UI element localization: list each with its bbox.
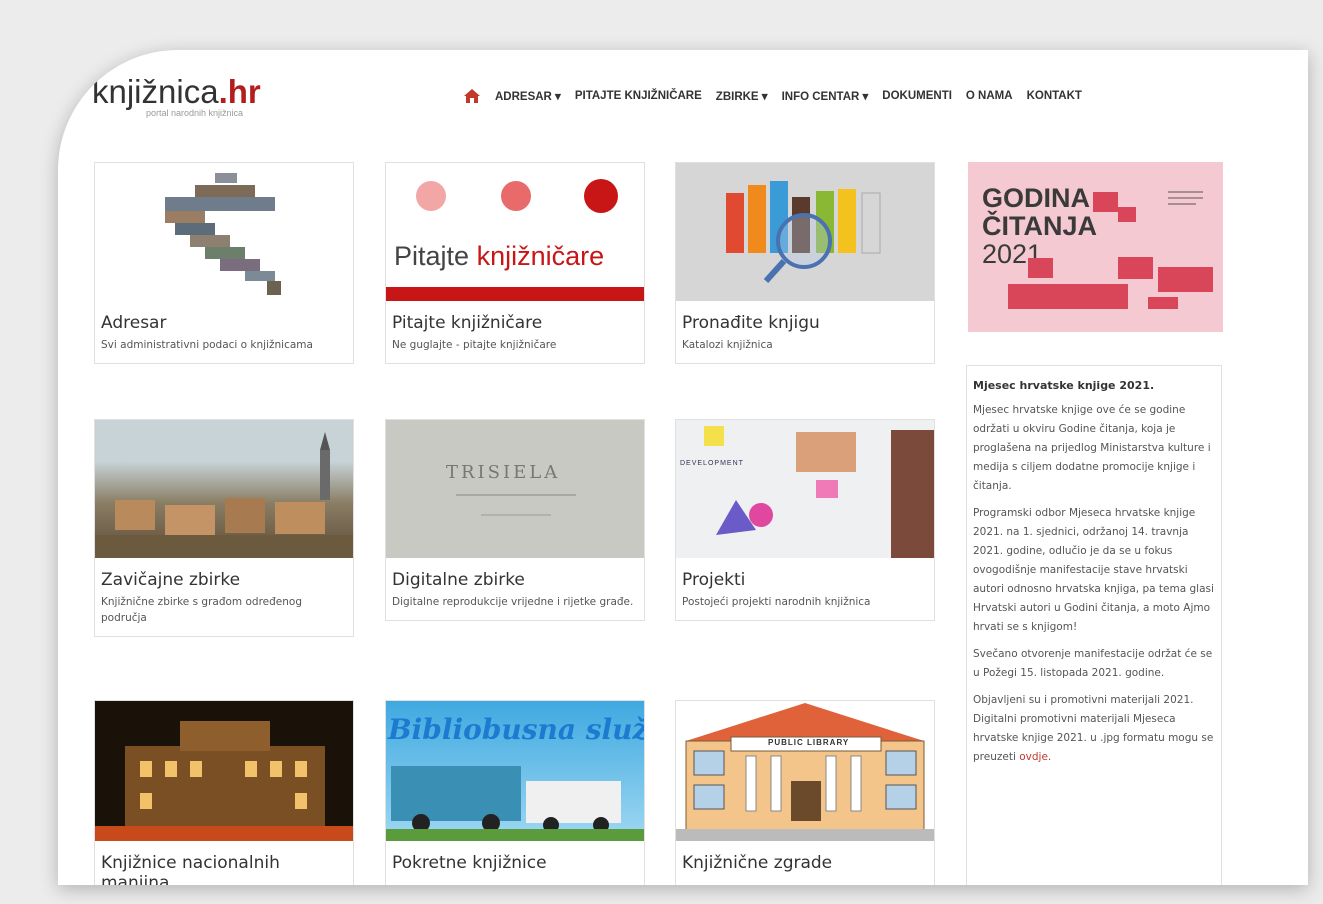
site-logo[interactable]: knjižnica.hr portal narodnih knjižnica xyxy=(92,73,261,119)
card-title: Zavičajne zbirke xyxy=(101,570,241,590)
card-adresar[interactable]: Adresar Svi administrativni podaci o knj… xyxy=(94,162,354,364)
sidebar-news: Mjesec hrvatske knjige 2021. Mjesec hrva… xyxy=(966,365,1222,885)
card-zavicajne-zbirke[interactable]: Zavičajne zbirke Knjižnične zbirke s gra… xyxy=(94,419,354,637)
news-heading: Mjesec hrvatske knjige 2021. xyxy=(973,379,1155,392)
nav-zbirke[interactable]: ZBIRKE ▾ xyxy=(716,89,768,103)
news-paragraph: Svečano otvorenje manifestacije održat ć… xyxy=(973,648,1213,679)
image-text: knjižničare xyxy=(476,241,605,271)
bookmobile-image: Bibliobusna služba xyxy=(386,701,644,841)
books-magnifier-image xyxy=(676,163,934,301)
nav-kontakt[interactable]: KONTAKT xyxy=(1027,90,1082,102)
card-title: Pronađite knjigu xyxy=(682,313,820,333)
card-pitajte-knjiznicare[interactable]: Pitajte knjižničare Pitajte knjižničare … xyxy=(385,162,645,364)
card-title: Knjižnične zgrade xyxy=(682,853,833,873)
croatia-mosaic-map-image xyxy=(95,163,353,301)
nav-dokumenti[interactable]: DOKUMENTI xyxy=(882,90,952,102)
nav-o-nama[interactable]: O NAMA xyxy=(966,90,1013,102)
card-description: Katalozi knjižnica xyxy=(682,339,773,351)
card-title: Pokretne knjižnice xyxy=(392,853,547,873)
library-building-image: PUBLIC LIBRARY xyxy=(676,701,934,841)
card-title: Digitalne zbirke xyxy=(392,570,525,590)
card-title: Pitajte knjižničare xyxy=(392,313,543,333)
browser-viewport: knjižnica.hr portal narodnih knjižnica A… xyxy=(58,50,1308,885)
download-link[interactable]: ovdje xyxy=(1019,751,1048,763)
news-paragraph-download: Objavljeni su i promotivni materijali 20… xyxy=(973,691,1215,767)
old-book-page-image: TRISIELA xyxy=(386,420,644,558)
home-icon[interactable] xyxy=(463,88,481,104)
card-pokretne-knjiznice[interactable]: Bibliobusna služba Pokretne knjižnice xyxy=(385,700,645,885)
card-knjiznicne-zgrade[interactable]: PUBLIC LIBRARY Knjižnične zgrade xyxy=(675,700,935,885)
card-title: Projekti xyxy=(682,570,746,590)
godina-citanja-banner[interactable]: GODINA ČITANJA 2021 xyxy=(968,162,1223,332)
logo-subtitle: portal narodnih knjižnica xyxy=(146,108,244,118)
card-knjiznice-nacionalnih-manjina[interactable]: Knjižnice nacionalnih manjina xyxy=(94,700,354,885)
project-desk-image: DEVELOPMENT xyxy=(676,420,934,558)
nav-adresar[interactable]: ADRESAR ▾ xyxy=(495,89,561,103)
image-text: Pitajte xyxy=(394,241,470,271)
old-town-postcard-image xyxy=(95,420,353,558)
card-description: Postojeći projekti narodnih knjižnica xyxy=(682,596,871,608)
main-nav: ADRESAR ▾ PITAJTE KNJIŽNIČARE ZBIRKE ▾ I… xyxy=(463,86,1096,106)
news-text: . xyxy=(1047,751,1052,763)
card-pronadite-knjigu[interactable]: Pronađite knjigu Katalozi knjižnica xyxy=(675,162,935,364)
news-paragraph: Programski odbor Mjeseca hrvatske knjige… xyxy=(973,507,1214,633)
card-description: Knjižnične zbirke s građom određenog pod… xyxy=(101,596,302,624)
night-building-image xyxy=(95,701,353,841)
pitajte-knjiznicare-image: Pitajte knjižničare xyxy=(386,163,644,301)
logo-suffix: .hr xyxy=(218,73,261,110)
nav-info-centar[interactable]: INFO CENTAR ▾ xyxy=(782,89,869,103)
logo-text: knjižnica xyxy=(92,73,219,110)
card-title: Adresar xyxy=(101,313,167,333)
card-title: Knjižnice nacionalnih manjina xyxy=(101,853,280,885)
nav-pitajte-knjiznicare[interactable]: PITAJTE KNJIŽNIČARE xyxy=(575,90,702,102)
news-paragraph: Mjesec hrvatske knjige ove će se godine … xyxy=(973,404,1211,492)
card-projekti[interactable]: DEVELOPMENT Projekti Postojeći projekti … xyxy=(675,419,935,621)
card-description: Digitalne reprodukcije vrijedne i rijetk… xyxy=(392,596,634,608)
card-digitalne-zbirke[interactable]: TRISIELA Digitalne zbirke Digitalne repr… xyxy=(385,419,645,621)
card-description: Ne guglajte - pitajte knjižničare xyxy=(392,339,557,351)
card-description: Svi administrativni podaci o knjižnicama xyxy=(101,339,313,351)
image-text: PUBLIC LIBRARY xyxy=(768,738,850,747)
news-text: Objavljeni su i promotivni materijali 20… xyxy=(973,694,1214,763)
